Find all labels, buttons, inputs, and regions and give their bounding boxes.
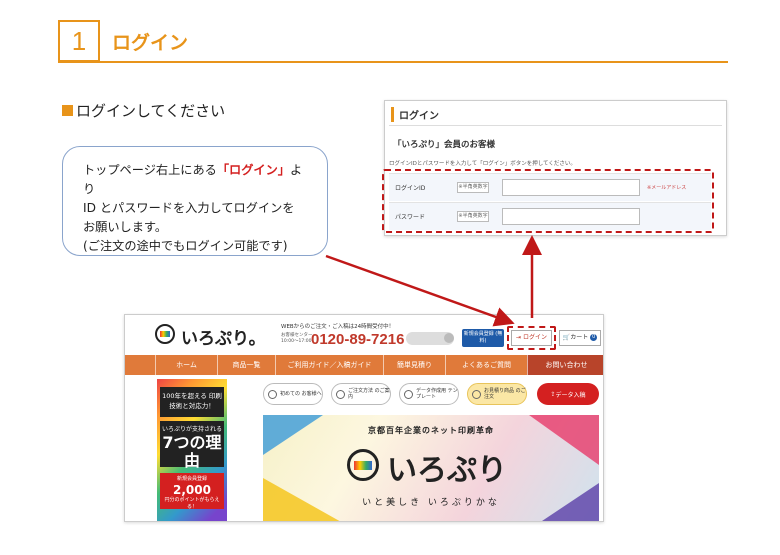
callout-line-3: お願いします。	[83, 220, 168, 234]
banner-100-years: 100年を超える 印刷技術と対応力！	[160, 387, 224, 417]
section-heading: ログインしてください	[62, 100, 225, 121]
cart-count-badge: 0	[590, 334, 598, 341]
first-time-label: 初めての お客様へ	[280, 391, 322, 397]
quote-order-label: お見積り商品 のご注文	[484, 388, 526, 400]
callout-highlight: 「ログイン」	[216, 163, 290, 177]
banner-7-reasons-big: 7つの理由	[162, 433, 222, 470]
template-label: データ作成用 テンプレート	[416, 388, 458, 400]
order-guide-label: ご注文方法 のご案内	[348, 388, 390, 400]
register-button[interactable]: 新規会員登録 (無料)	[462, 329, 504, 347]
data-upload-label: データ入稿	[555, 391, 586, 399]
nav-item-faq[interactable]: よくあるご質問	[445, 355, 527, 375]
nav-item-estimate[interactable]: 簡単見積り	[383, 355, 445, 375]
template-button[interactable]: データ作成用 テンプレート	[399, 383, 459, 405]
left-banner[interactable]: 100年を超える 印刷技術と対応力！ いろぷりが支持される 7つの理由 新規会員…	[157, 379, 227, 521]
callout-text: トップページ右上にある	[83, 163, 217, 177]
hero-brand-name: いろぷり	[387, 453, 507, 488]
login-panel-title: ログイン	[391, 107, 439, 122]
banner-points-pre: 新規会員登録	[176, 476, 207, 482]
logo-icon	[155, 324, 175, 344]
data-upload-button[interactable]: ⇪ データ入稿	[537, 383, 599, 405]
cart-button[interactable]: 🛒カート 0	[559, 330, 601, 346]
site-screenshot: いろぷり。 WEBからのご注文・ご入稿は24時間受付中！ お客様センター 10:…	[124, 314, 604, 522]
first-time-button[interactable]: 初めての お客様へ	[263, 383, 323, 405]
quote-order-icon	[472, 389, 481, 399]
template-icon	[404, 389, 413, 399]
callout-line-4: (ご注文の途中でもログイン可能です)	[83, 239, 288, 253]
order-guide-icon	[336, 389, 345, 399]
main-nav: ホーム 商品一覧 ご利用ガイド／入稿ガイド 簡単見積り よくあるご質問 お問い合…	[125, 355, 603, 375]
hero-tagline: いと美しき いろぷりかな	[362, 498, 500, 508]
hero-banner[interactable]: 京都百年企業のネット印刷革命 いろぷり いと美しき いろぷりかな	[263, 415, 599, 521]
nav-item-guide[interactable]: ご利用ガイド／入稿ガイド	[275, 355, 383, 375]
step-number-box: 1	[58, 20, 100, 62]
customer-center-label: お客様センター 10:00〜17:00	[281, 333, 313, 344]
step-divider	[58, 61, 728, 63]
step-title: ログイン	[112, 32, 189, 54]
arrow-to-login-button	[325, 254, 515, 327]
hero-decoration	[529, 415, 599, 465]
search-icon[interactable]	[444, 333, 454, 343]
site-logo[interactable]: いろぷり。	[181, 324, 266, 349]
first-time-icon	[268, 389, 277, 399]
nav-item-products[interactable]: 商品一覧	[217, 355, 275, 375]
header-note: WEBからのご注文・ご入稿は24時間受付中！	[281, 324, 395, 330]
banner-points: 新規会員登録 2,000 円分のポイントがもらえる！	[160, 473, 224, 510]
step-number: 1	[71, 25, 87, 56]
order-guide-button[interactable]: ご注文方法 のご案内	[331, 383, 391, 405]
hero-logo-icon	[347, 449, 379, 481]
login-fields-highlight	[382, 169, 714, 233]
callout-line-1: トップページ右上にある「ログイン」より	[83, 161, 309, 199]
instruction-callout: トップページ右上にある「ログイン」より ID とパスワードを入力してログインを …	[62, 146, 328, 256]
login-panel-description: ログインIDとパスワードを入力して「ログイン」ボタンを押してください。	[389, 161, 576, 167]
banner-7-reasons: いろぷりが支持される 7つの理由	[160, 421, 224, 470]
login-panel-divider	[389, 125, 722, 126]
hero-headline: 京都百年企業のネット印刷革命	[368, 425, 494, 435]
section-heading-text: ログインしてください	[76, 102, 226, 120]
square-bullet-icon	[62, 105, 73, 116]
banner-points-post: 円分のポイントがもらえる！	[164, 497, 220, 510]
quote-order-button[interactable]: お見積り商品 のご注文	[467, 383, 527, 405]
cart-label: カート	[570, 334, 589, 341]
nav-item-contact[interactable]: お問い合わせ	[527, 355, 603, 375]
login-button-highlight	[507, 326, 556, 350]
phone-number: 0120-89-7216	[311, 331, 405, 348]
login-panel-subtitle: 「いろぷり」会員のお客様	[393, 140, 496, 150]
callout-line-2: ID とパスワードを入力してログインを	[83, 201, 295, 215]
banner-points-big: 2,000	[173, 483, 211, 497]
nav-item-home[interactable]: ホーム	[155, 355, 217, 375]
